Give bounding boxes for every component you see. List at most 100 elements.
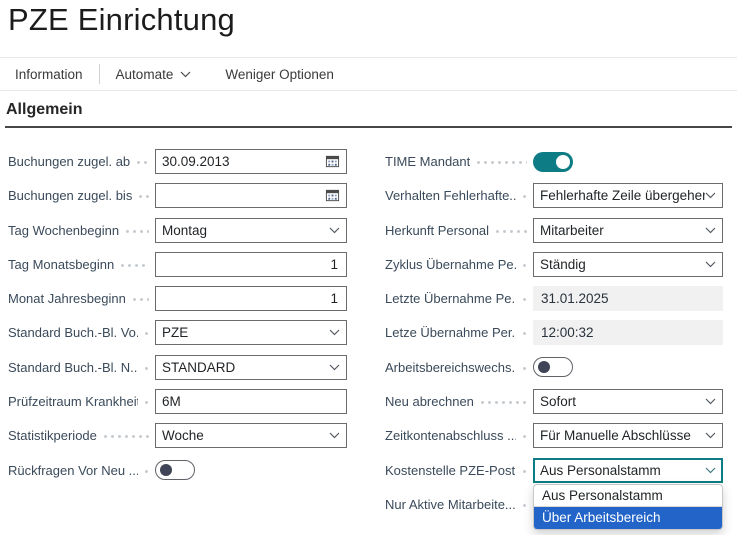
menu-item-weniger-optionen[interactable]: Weniger Optionen — [225, 67, 334, 82]
field-value: 30.09.2013 — [162, 154, 230, 169]
toggle-arbeitsbereichswechsel[interactable] — [533, 357, 573, 378]
dot-leader — [523, 298, 527, 302]
field-label: Statistikperiode — [8, 428, 97, 444]
calendar-icon[interactable] — [325, 188, 340, 203]
select-neu-abrechnen[interactable]: Sofort — [533, 389, 723, 415]
field-label: Zyklus Übernahme Pe... — [385, 256, 516, 272]
field-label: Standard Buch.-Bl. N... — [8, 359, 138, 375]
field-label: Neu abrechnen — [385, 394, 474, 410]
calendar-icon[interactable] — [325, 154, 340, 169]
combobox-kostenstelle-pze-posten[interactable]: Aus Personalstamm Aus Personalstamm Über… — [533, 457, 723, 530]
dot-leader — [523, 435, 527, 439]
field-label: Herkunft Personal — [385, 222, 490, 238]
dot-leader — [477, 161, 527, 164]
dot-leader — [145, 401, 149, 405]
select-standard-buchbl-vo[interactable]: PZE — [155, 320, 347, 346]
section-header-allgemein[interactable]: Allgemein — [6, 101, 82, 119]
field-row-letzte-uebernahme-datum: Letzte Übernahme Pe... 31.01.2025 — [385, 286, 723, 312]
dropdown-option-ueber-arbeitsbereich[interactable]: Über Arbeitsbereich — [534, 506, 722, 529]
field-label: Letzte Übernahme Pe... — [385, 291, 516, 307]
field-value: 6M — [162, 394, 181, 410]
select-zyklus-uebernahme[interactable]: Ständig — [533, 251, 723, 277]
dot-leader — [480, 401, 527, 405]
field-value: Montag — [162, 222, 208, 238]
field-value: 12:00:32 — [541, 325, 594, 341]
section-divider — [5, 126, 732, 128]
field-row-tag-wochenbeginn: Tag Wochenbeginn Montag — [8, 217, 347, 243]
chevron-down-icon — [705, 227, 716, 234]
field-label: Buchungen zugel. bis — [8, 188, 133, 204]
field-value: PZE — [162, 325, 189, 341]
form-column-left: Buchungen zugel. ab 30.09.2013 Buchungen… — [8, 149, 347, 492]
select-tag-wochenbeginn[interactable]: Montag — [155, 217, 347, 243]
text-input-pruefzeitraum-krankheit[interactable]: 6M — [155, 389, 347, 415]
field-row-zyklus-uebernahme: Zyklus Übernahme Pe... Ständig — [385, 251, 723, 277]
field-label: Tag Monatsbeginn — [8, 256, 115, 272]
field-row-standard-buchbl-n: Standard Buch.-Bl. N... STANDARD — [8, 354, 347, 380]
field-label: Standard Buch.-Bl. Vo... — [8, 325, 138, 341]
field-value: 1 — [330, 256, 338, 272]
form-column-right: TIME Mandant Verhalten Fehlerhafte... Fe… — [385, 149, 723, 530]
toggle-knob — [555, 154, 570, 169]
select-herkunft-personal[interactable]: Mitarbeiter — [533, 217, 723, 243]
field-row-rueckfragen-vor-neu: Rückfragen Vor Neu ... — [8, 458, 347, 483]
dot-leader — [132, 298, 149, 302]
field-value: STANDARD — [162, 359, 236, 375]
dropdown-option-aus-personalstamm[interactable]: Aus Personalstamm — [534, 485, 722, 507]
number-input-tag-monatsbeginn[interactable]: 1 — [155, 251, 347, 277]
combobox-dropdown-popup: Aus Personalstamm Über Arbeitsbereich — [533, 483, 723, 530]
toggle-knob — [160, 464, 172, 477]
menu-divider — [98, 64, 100, 84]
select-statistikperiode[interactable]: Woche — [155, 423, 347, 449]
field-label: Verhalten Fehlerhafte... — [385, 188, 516, 204]
dot-leader — [523, 195, 527, 199]
action-bar: Information Automate Weniger Optionen — [0, 57, 737, 91]
dot-leader — [523, 469, 527, 473]
field-label: Monat Jahresbeginn — [8, 291, 126, 307]
chevron-down-icon — [329, 227, 340, 234]
dot-leader — [523, 263, 527, 267]
select-standard-buchbl-n[interactable]: STANDARD — [155, 354, 347, 380]
chevron-down-icon — [329, 329, 340, 336]
dot-leader — [139, 195, 149, 199]
select-zeitkontenabschluss[interactable]: Für Manuelle Abschlüsse — [533, 423, 723, 449]
field-row-verhalten-fehlerhafte: Verhalten Fehlerhafte... Fehlerhafte Zei… — [385, 183, 723, 209]
dot-leader — [126, 229, 149, 233]
toggle-rueckfragen-vor-neu[interactable] — [155, 460, 195, 481]
number-input-monat-jahresbeginn[interactable]: 1 — [155, 286, 347, 312]
field-label: Tag Wochenbeginn — [8, 222, 120, 238]
field-value: Für Manuelle Abschlüsse — [540, 428, 691, 444]
field-value: Woche — [162, 428, 204, 444]
toggle-knob — [538, 361, 550, 374]
readonly-letze-uebernahme-zeit: 12:00:32 — [533, 320, 723, 346]
select-verhalten-fehlerhafte[interactable]: Fehlerhafte Zeile übergehen — [533, 183, 723, 209]
date-input-buchungen-zugel-ab[interactable]: 30.09.2013 — [155, 149, 347, 174]
field-label: Kostenstelle PZE-Post... — [385, 462, 516, 478]
field-row-standard-buchbl-vo: Standard Buch.-Bl. Vo... PZE — [8, 320, 347, 346]
field-row-kostenstelle-pze-posten: Kostenstelle PZE-Post... Aus Personalsta… — [385, 457, 723, 530]
field-row-buchungen-zugel-ab: Buchungen zugel. ab 30.09.2013 — [8, 149, 347, 174]
field-label: Letze Übernahme Per... — [385, 325, 516, 341]
field-label: Arbeitsbereichswechs... — [385, 359, 516, 375]
chevron-down-icon — [329, 432, 340, 439]
field-value: Ständig — [540, 256, 586, 272]
field-row-herkunft-personal: Herkunft Personal Mitarbeiter — [385, 217, 723, 243]
menu-item-information[interactable]: Information — [15, 67, 83, 82]
date-input-buchungen-zugel-bis[interactable] — [155, 183, 347, 209]
field-row-arbeitsbereichswechsel: Arbeitsbereichswechs... — [385, 355, 723, 380]
dot-leader — [145, 366, 149, 370]
field-value: Fehlerhafte Zeile übergehen — [540, 188, 705, 204]
field-row-pruefzeitraum-krankheit: Prüfzeitraum Krankheit 6M — [8, 389, 347, 415]
menu-item-automate[interactable]: Automate — [116, 67, 192, 82]
dot-leader — [137, 161, 149, 164]
dot-leader — [523, 332, 527, 336]
dot-leader — [145, 332, 149, 336]
field-label: TIME Mandant — [385, 154, 471, 169]
readonly-letzte-uebernahme-datum: 31.01.2025 — [533, 286, 723, 312]
field-value: Mitarbeiter — [540, 222, 604, 238]
field-row-statistikperiode: Statistikperiode Woche — [8, 423, 347, 449]
page-title: PZE Einrichtung — [8, 2, 235, 37]
chevron-down-icon — [705, 432, 716, 439]
toggle-time-mandant[interactable] — [533, 151, 573, 172]
field-label: Rückfragen Vor Neu ... — [8, 462, 138, 478]
